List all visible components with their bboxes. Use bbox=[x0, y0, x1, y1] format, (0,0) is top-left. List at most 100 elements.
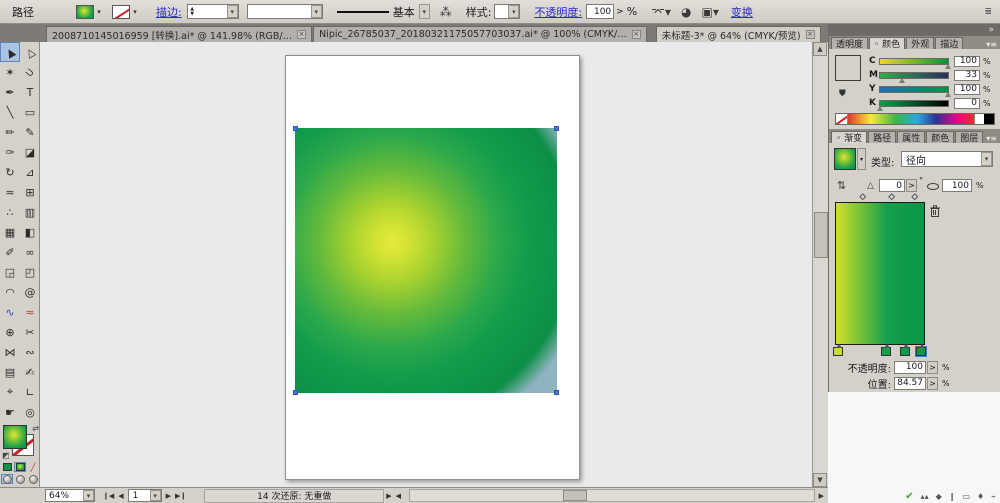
opacity-link[interactable]: 不透明度: bbox=[534, 4, 582, 20]
hand-tool[interactable]: ☛ bbox=[0, 402, 20, 422]
swap-fill-stroke-icon[interactable]: ⇄ bbox=[32, 424, 39, 433]
blob-brush-tool[interactable]: ✑ bbox=[0, 142, 20, 162]
wrinkle-tool[interactable]: ∾ bbox=[20, 342, 40, 362]
eraser-tool[interactable]: ◪ bbox=[20, 142, 40, 162]
rainbow-spectrum[interactable] bbox=[848, 114, 974, 124]
spiral-tool[interactable]: @ bbox=[20, 282, 40, 302]
channel-slider[interactable] bbox=[879, 57, 951, 69]
fill-color-swatch[interactable]: ▾ bbox=[76, 4, 104, 19]
close-icon[interactable]: × bbox=[631, 30, 641, 39]
first-artboard-icon[interactable]: ❙◀ bbox=[103, 492, 114, 500]
tab-透明度[interactable]: 透明度 bbox=[831, 37, 869, 50]
none-swatch-icon[interactable] bbox=[836, 114, 848, 124]
gradient-ramp[interactable] bbox=[835, 202, 925, 345]
channel-value-input[interactable]: 33 bbox=[954, 69, 980, 81]
symbol-sprayer-tool[interactable]: ∴ bbox=[0, 202, 20, 222]
chevron-down-icon[interactable]: ▾ bbox=[149, 490, 161, 501]
stop-position-input[interactable]: 84.57 bbox=[894, 376, 926, 390]
tab-描边[interactable]: 描边 bbox=[935, 37, 964, 50]
midpoint-diamond[interactable] bbox=[887, 193, 896, 201]
shape-builder-tool[interactable]: ✍ bbox=[20, 362, 40, 382]
slider-handle[interactable] bbox=[945, 91, 951, 97]
chevron-down-icon[interactable]: ▾ bbox=[130, 5, 140, 19]
selection-handle[interactable] bbox=[554, 390, 559, 395]
selection-handle[interactable] bbox=[293, 126, 298, 131]
midpoint-diamond[interactable] bbox=[859, 193, 867, 201]
draw-normal-button[interactable] bbox=[1, 474, 13, 484]
collapse-panels-icon[interactable]: » bbox=[988, 25, 994, 35]
live-paint-bucket-tool[interactable]: ◲ bbox=[0, 262, 20, 282]
gradient-stop[interactable] bbox=[900, 344, 911, 356]
stroke-color-swatch[interactable]: ▾ bbox=[112, 4, 140, 19]
document-tab[interactable]: Nipic_26785037_20180321175057703037.ai* … bbox=[313, 26, 647, 42]
line-graph-tool[interactable]: ∿ bbox=[0, 302, 20, 322]
gradient-tool[interactable]: ◧ bbox=[20, 222, 40, 242]
brush-definition-dropdown[interactable]: 基本 ▾ bbox=[336, 4, 430, 20]
paintbrush-tool[interactable]: ✏ bbox=[0, 122, 20, 142]
color-spectrum-bar[interactable] bbox=[835, 113, 995, 125]
zoom-tool[interactable]: ◎ bbox=[20, 402, 40, 422]
tray-icon[interactable]: ◆ bbox=[936, 492, 942, 501]
mesh-tool[interactable]: ▦ bbox=[0, 222, 20, 242]
chevron-down-icon[interactable]: ▾ bbox=[83, 490, 94, 501]
fill-gradient-swatch[interactable] bbox=[3, 425, 27, 449]
warp-tool[interactable]: ⋈ bbox=[0, 342, 20, 362]
draw-behind-button[interactable] bbox=[14, 474, 26, 484]
last-artboard-icon[interactable]: ▶❙ bbox=[175, 492, 186, 500]
gradient-angle-input[interactable]: 0 bbox=[879, 179, 905, 192]
eyedropper-tool[interactable]: ✐ bbox=[0, 242, 20, 262]
selection-handle[interactable] bbox=[554, 126, 559, 131]
ruler-tool[interactable]: ∟ bbox=[20, 382, 40, 402]
gradient-stop[interactable] bbox=[881, 344, 892, 356]
opacity-popup-arrow[interactable]: > bbox=[927, 360, 938, 374]
selection-tool[interactable]: ▲ bbox=[0, 42, 20, 62]
horizontal-scrollbar[interactable] bbox=[409, 489, 815, 502]
slider-handle[interactable] bbox=[945, 63, 951, 69]
color-mode-button[interactable] bbox=[1, 462, 13, 472]
slider-handle[interactable] bbox=[899, 77, 906, 83]
tray-icon[interactable]: ▭ bbox=[962, 492, 970, 501]
channel-value-input[interactable]: 100 bbox=[954, 83, 980, 95]
canvas-area[interactable] bbox=[40, 42, 812, 487]
width-tool[interactable]: ≈ bbox=[0, 182, 20, 202]
scrollbar-thumb[interactable] bbox=[563, 490, 588, 501]
stroke-link[interactable]: 描边: bbox=[156, 4, 182, 20]
bounding-box-icon[interactable]: ▣▾ bbox=[702, 5, 719, 19]
current-color-swatch[interactable] bbox=[835, 55, 861, 81]
transform-link[interactable]: 变换 bbox=[731, 4, 753, 20]
opacity-input[interactable]: 100 bbox=[586, 4, 615, 19]
dock-menu-icon[interactable]: ≣ bbox=[984, 7, 992, 17]
none-mode-button[interactable]: ╱ bbox=[27, 462, 39, 472]
channel-slider[interactable] bbox=[877, 99, 949, 111]
midpoint-diamond[interactable] bbox=[911, 193, 919, 201]
pencil-tool[interactable]: ✎ bbox=[20, 122, 40, 142]
width-profile-dropdown[interactable]: ▾ bbox=[246, 4, 323, 19]
select-similar-icon[interactable]: ⁂ bbox=[440, 5, 452, 19]
tab-颜色[interactable]: ◦ 颜色 bbox=[869, 37, 906, 50]
panel-menu-icon[interactable]: ▾≡ bbox=[986, 134, 997, 143]
direct-selection-tool[interactable]: △ bbox=[20, 42, 40, 62]
position-popup-arrow[interactable]: > bbox=[927, 376, 938, 390]
chevron-down-icon[interactable]: ▾ bbox=[310, 5, 322, 18]
selection-handle[interactable] bbox=[293, 390, 298, 395]
style-dropdown[interactable]: ▾ bbox=[494, 4, 521, 19]
white-swatch[interactable] bbox=[974, 114, 984, 124]
slice-tool[interactable]: ✂ bbox=[20, 322, 40, 342]
next-artboard-icon[interactable]: ▶ bbox=[166, 492, 171, 500]
select-menu-icon[interactable]: ⌤▾ bbox=[651, 5, 671, 19]
close-icon[interactable]: × bbox=[297, 30, 307, 39]
tray-icon[interactable]: ❙ bbox=[949, 492, 956, 501]
free-transform-tool[interactable]: ⊞ bbox=[20, 182, 40, 202]
live-paint-selection-tool[interactable]: ◰ bbox=[20, 262, 40, 282]
chevron-down-icon[interactable]: ▾ bbox=[418, 4, 430, 19]
scroll-down-icon[interactable]: ▼ bbox=[813, 473, 827, 487]
tab-图层[interactable]: 图层 bbox=[955, 131, 984, 144]
artboard-tool[interactable]: ⊕ bbox=[0, 322, 20, 342]
aspect-ratio-input[interactable]: 100 bbox=[942, 179, 972, 192]
vertical-scrollbar[interactable]: ▲ ▼ bbox=[812, 42, 828, 487]
gradient-preset-thumbnail[interactable] bbox=[834, 148, 856, 170]
tray-icon[interactable]: ⌁ bbox=[991, 492, 996, 501]
arc-tool[interactable]: ◠ bbox=[0, 282, 20, 302]
tab-属性[interactable]: 属性 bbox=[897, 131, 926, 144]
delete-stop-icon[interactable] bbox=[929, 205, 941, 218]
